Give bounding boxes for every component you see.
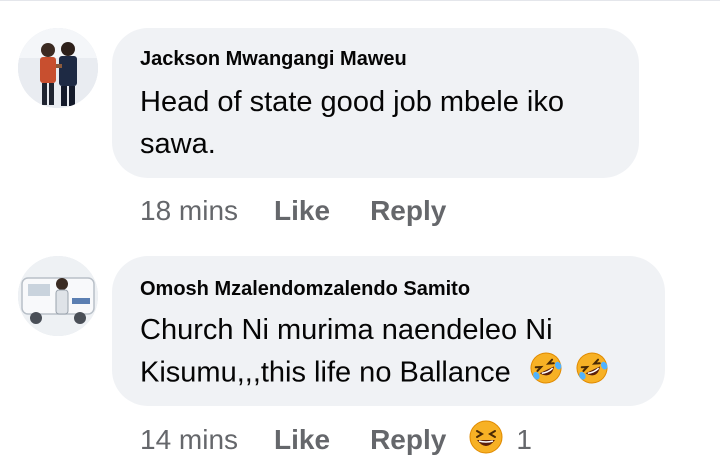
reaction-count[interactable]: 1 [516, 424, 532, 456]
comment-timestamp[interactable]: 14 mins [140, 424, 238, 456]
comment-text-segment: Kisumu,,,this life no Ballance [140, 356, 511, 389]
comment-author[interactable]: Jackson Mwangangi Maweu [140, 48, 407, 71]
top-divider [0, 0, 720, 1]
reply-button[interactable]: Reply [370, 195, 446, 227]
avatar-photo-icon [18, 256, 98, 336]
rolling-laughing-emoji-icon [529, 351, 563, 397]
like-button[interactable]: Like [274, 195, 330, 227]
comment-actions: 14 mins Like Reply 1 [140, 420, 532, 460]
comment-bubble: Jackson Mwangangi Maweu Head of state go… [112, 28, 639, 178]
comment-text-line: Kisumu,,,this life no Ballance [140, 351, 609, 397]
comment-actions: 18 mins Like Reply [140, 191, 486, 231]
comment-text-line: Church Ni murima naendeleo Ni [140, 314, 553, 346]
comment-text-line: Head of state good job mbele iko [140, 86, 564, 118]
comment-text-line: sawa. [140, 128, 216, 160]
comment-author[interactable]: Omosh Mzalendomzalendo Samito [140, 278, 470, 301]
laughing-emoji-icon[interactable] [468, 419, 504, 462]
like-button[interactable]: Like [274, 424, 330, 456]
comment-timestamp[interactable]: 18 mins [140, 195, 238, 227]
avatar-photo-icon [18, 28, 98, 108]
reply-button[interactable]: Reply [370, 424, 446, 456]
comment-bubble: Omosh Mzalendomzalendo Samito Church Ni … [112, 256, 665, 406]
avatar[interactable] [18, 256, 98, 336]
avatar[interactable] [18, 28, 98, 108]
rolling-laughing-emoji-icon [575, 351, 609, 397]
